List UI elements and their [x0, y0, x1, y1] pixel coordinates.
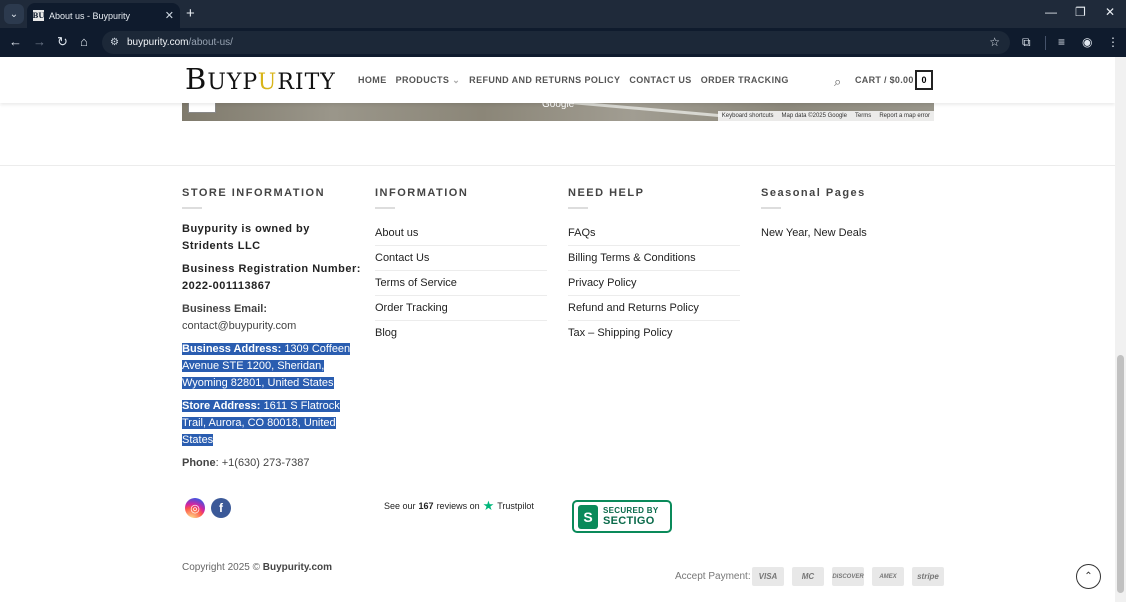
bookmark-star-icon[interactable]: ☆: [989, 35, 1000, 49]
url-host: buypurity.com: [126, 37, 189, 48]
toolbar-divider: [1045, 36, 1046, 50]
back-to-top-button[interactable]: ⌃: [1076, 564, 1101, 589]
browser-tab-bar: ⌄ BU About us - Buypurity ✕ + — ❐ ✕: [0, 0, 1126, 28]
mastercard-icon: MC: [792, 567, 824, 586]
site-favicon-icon: BU: [32, 10, 45, 21]
title-rule: [568, 207, 588, 209]
payment-badges: VISA MC DISCOVER AMEX stripe: [752, 567, 944, 586]
discover-icon: DISCOVER: [832, 567, 864, 586]
seasonal-links: New Year, New Deals: [761, 221, 933, 246]
url-path: /about-us/: [188, 37, 233, 48]
site-info-icon[interactable]: ⚙: [110, 37, 119, 48]
profile-icon[interactable]: ◉: [1082, 35, 1092, 49]
url-field[interactable]: ⚙ buypurity.com/about-us/ ☆: [102, 31, 1010, 54]
seasonal-pages-title: Seasonal Pages: [761, 187, 866, 199]
visa-icon: VISA: [752, 567, 784, 586]
copyright: Copyright 2025 © Buypurity.com: [182, 562, 333, 573]
reload-icon[interactable]: ↻: [57, 34, 68, 50]
information-title: INFORMATION: [375, 187, 469, 199]
scroll-thumb[interactable]: [1117, 355, 1124, 593]
review-count: 167: [418, 501, 434, 511]
keyboard-shortcuts-link[interactable]: Keyboard shortcuts: [722, 113, 774, 119]
facebook-icon[interactable]: f: [211, 498, 231, 518]
need-help-title: NEED HELP: [568, 187, 645, 199]
link-billing-terms[interactable]: Billing Terms & Conditions: [568, 246, 740, 271]
trustpilot-star-icon: ★: [482, 498, 495, 513]
link-privacy-policy[interactable]: Privacy Policy: [568, 271, 740, 296]
restore-icon[interactable]: ❐: [1075, 5, 1086, 19]
link-contact-us[interactable]: Contact Us: [375, 246, 547, 271]
need-help-column: NEED HELP FAQs Billing Terms & Condition…: [568, 187, 740, 346]
link-about-us[interactable]: About us: [375, 221, 547, 246]
section-divider: [0, 165, 1115, 166]
nav-products[interactable]: PRODUCTS ⌄: [396, 75, 461, 86]
sectigo-badge[interactable]: S SECURED BY SECTIGO: [572, 500, 672, 533]
forward-icon[interactable]: →: [33, 34, 46, 49]
instagram-icon[interactable]: ◎: [185, 498, 205, 518]
page-scrollbar[interactable]: [1115, 57, 1126, 602]
map-attribution: Keyboard shortcuts Map data ©2025 Google…: [717, 111, 934, 121]
extensions-icon[interactable]: ⧉: [1022, 35, 1031, 50]
minimize-icon[interactable]: —: [1045, 5, 1057, 19]
store-information-title: STORE INFORMATION: [182, 187, 326, 199]
new-tab-icon[interactable]: +: [186, 5, 195, 22]
trustpilot-brand: Trustpilot: [497, 501, 534, 511]
registration-text: Business Registration Number: 2022-00111…: [182, 263, 361, 292]
link-tax-shipping[interactable]: Tax – Shipping Policy: [568, 321, 740, 346]
back-icon[interactable]: ←: [9, 34, 22, 49]
tab-title: About us - Buypurity: [49, 10, 131, 21]
owned-by-text: Buypurity is owned by Stridents LLC: [182, 223, 310, 252]
map-terms-link[interactable]: Terms: [855, 113, 871, 119]
nav-contact-us[interactable]: CONTACT US: [629, 75, 691, 86]
site-logo[interactable]: BUYPURITY: [185, 62, 336, 96]
title-rule: [761, 207, 781, 209]
tab-search-icon[interactable]: ⌄: [4, 4, 24, 24]
store-address: Store Address: 1611 S Flatrock Trail, Au…: [182, 400, 340, 446]
title-rule: [375, 207, 395, 209]
help-links: FAQs Billing Terms & Conditions Privacy …: [568, 221, 740, 346]
link-new-year-deals[interactable]: New Year, New Deals: [761, 221, 933, 246]
report-map-error-link[interactable]: Report a map error: [879, 113, 930, 119]
seasonal-pages-column: Seasonal Pages New Year, New Deals: [761, 187, 933, 246]
link-refund-returns[interactable]: Refund and Returns Policy: [568, 296, 740, 321]
window-close-icon[interactable]: ✕: [1105, 5, 1115, 19]
search-icon[interactable]: ⌕: [834, 74, 841, 90]
media-icon[interactable]: ≡: [1058, 35, 1065, 49]
link-blog[interactable]: Blog: [375, 321, 547, 346]
nav-home[interactable]: HOME: [358, 75, 387, 86]
business-email: Business Email: contact@buypurity.com: [182, 303, 297, 332]
title-rule: [182, 207, 202, 209]
trustpilot-widget[interactable]: See our 167 reviews on ★ Trustpilot: [384, 498, 534, 514]
menu-icon[interactable]: ⋮: [1107, 35, 1119, 49]
stripe-icon: stripe: [912, 567, 944, 586]
amex-icon: AMEX: [872, 567, 904, 586]
active-tab[interactable]: BU About us - Buypurity ✕: [27, 3, 180, 28]
link-faqs[interactable]: FAQs: [568, 221, 740, 246]
map-data-text: Map data ©2025 Google: [781, 113, 847, 119]
link-terms-of-service[interactable]: Terms of Service: [375, 271, 547, 296]
address-bar-row: ← → ↻ ⌂ ⚙ buypurity.com/about-us/ ☆ ⧉ ≡ …: [0, 28, 1126, 57]
store-information-column: STORE INFORMATION Buypurity is owned by …: [182, 187, 362, 478]
chevron-down-icon: ⌄: [452, 75, 461, 85]
home-icon[interactable]: ⌂: [80, 34, 88, 49]
accept-payment-label: Accept Payment:: [675, 571, 751, 582]
nav-refund-policy[interactable]: REFUND AND RETURNS POLICY: [469, 75, 620, 86]
nav-order-tracking[interactable]: ORDER TRACKING: [701, 75, 789, 86]
cart-count-badge[interactable]: 0: [915, 70, 933, 90]
close-tab-icon[interactable]: ✕: [165, 9, 174, 22]
page-content: Google Keyboard shortcuts Map data ©2025…: [0, 57, 1115, 602]
sectigo-logo-icon: S: [578, 504, 598, 529]
main-nav: HOME PRODUCTS ⌄ REFUND AND RETURNS POLIC…: [358, 75, 789, 86]
phone: Phone: +1(630) 273-7387: [182, 457, 310, 469]
information-column: INFORMATION About us Contact Us Terms of…: [375, 187, 547, 346]
business-address: Business Address: 1309 Coffeen Avenue ST…: [182, 343, 351, 389]
link-order-tracking[interactable]: Order Tracking: [375, 296, 547, 321]
cart-link[interactable]: CART / $0.00: [855, 75, 914, 85]
information-links: About us Contact Us Terms of Service Ord…: [375, 221, 547, 346]
site-header: BUYPURITY HOME PRODUCTS ⌄ REFUND AND RET…: [0, 57, 1115, 103]
